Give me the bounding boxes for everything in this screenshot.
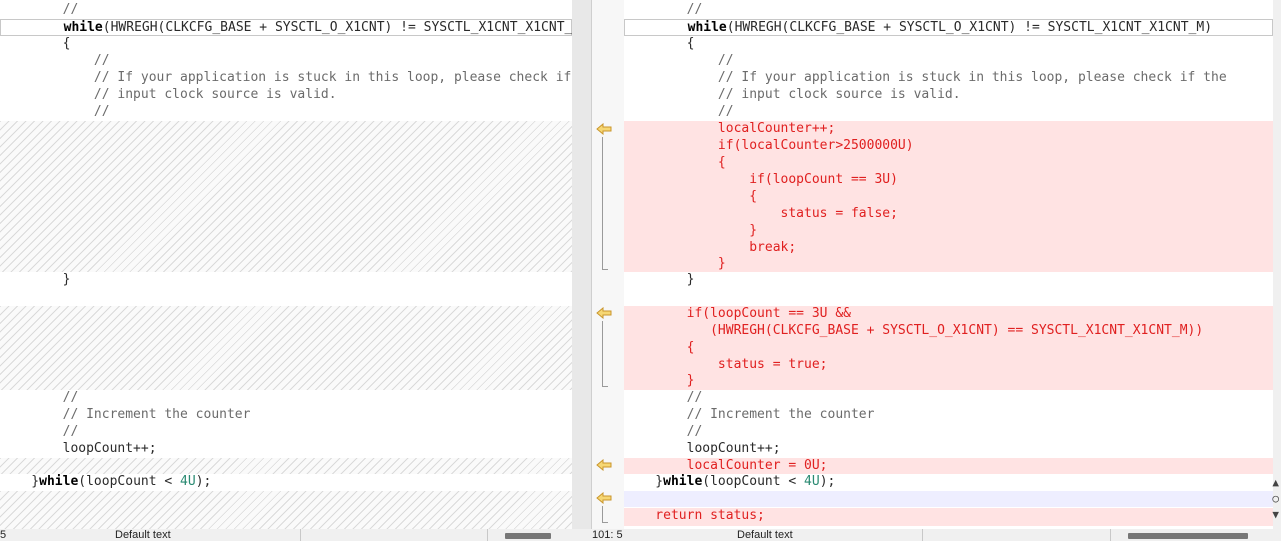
right-edge-strip: ▲ ○ ▼ <box>1272 0 1281 541</box>
code-line: // input clock source is valid. <box>624 87 961 102</box>
code-line: }while(loopCount < 4U); <box>624 474 836 489</box>
cursor-position: 5 <box>0 529 7 541</box>
diff-bracket <box>602 137 608 270</box>
code-line: loopCount++; <box>624 441 781 456</box>
code-line-added: localCounter++; <box>624 121 836 136</box>
code-line: // <box>0 104 110 119</box>
missing-lines-hatch <box>0 458 572 474</box>
code-line: // <box>0 53 110 68</box>
cursor-position: 101: 5 <box>592 529 623 541</box>
code-line-current[interactable]: while(HWREGH(CLKCFG_BASE + SYSCTL_O_X1CN… <box>624 19 1273 36</box>
nav-down-icon[interactable]: ▼ <box>1272 508 1279 521</box>
code-line-added: } <box>624 223 758 238</box>
horizontal-scrollbar-thumb[interactable] <box>1128 533 1248 539</box>
code-line-added: { <box>624 189 758 204</box>
code-line-current[interactable]: while(HWREGH(CLKCFG_BASE + SYSCTL_O_X1CN… <box>0 19 572 36</box>
code-line-added: if(loopCount == 3U) <box>624 172 898 187</box>
code-line: // <box>624 424 703 439</box>
text-mode-label: Default text <box>115 529 171 541</box>
right-compare-pane[interactable]: // while(HWREGH(CLKCFG_BASE + SYSCTL_O_X… <box>624 0 1273 529</box>
code-line: // If your application is stuck in this … <box>624 70 1227 85</box>
right-status-bar: 101: 5 Default text <box>592 529 1273 541</box>
code-line-added: status = false; <box>624 206 898 221</box>
code-line: // <box>624 53 734 68</box>
code-line: // Increment the counter <box>624 407 875 422</box>
copy-left-arrow-icon[interactable] <box>596 123 612 135</box>
code-line: // input clock source is valid. <box>0 87 337 102</box>
copy-left-arrow-icon[interactable] <box>596 307 612 319</box>
code-line: }while(loopCount < 4U); <box>0 474 212 489</box>
code-line: // <box>624 104 734 119</box>
code-line: // If your application is stuck in this … <box>0 70 572 85</box>
code-line: // <box>624 390 703 405</box>
nav-dot-icon: ○ <box>1272 492 1279 505</box>
left-compare-pane[interactable]: // while(HWREGH(CLKCFG_BASE + SYSCTL_O_X… <box>0 0 572 529</box>
status-separator <box>1110 529 1111 541</box>
code-line: } <box>0 272 71 287</box>
missing-lines-hatch <box>0 306 572 390</box>
code-line: // <box>624 2 703 17</box>
missing-lines-hatch <box>0 491 572 529</box>
code-line-added: } <box>624 256 726 271</box>
code-line-added: (HWREGH(CLKCFG_BASE + SYSCTL_O_X1CNT) ==… <box>624 323 1204 338</box>
copy-left-arrow-icon[interactable] <box>596 492 612 504</box>
code-line-added: } <box>624 373 695 388</box>
code-line-added: { <box>624 155 726 170</box>
merge-gutter <box>592 0 624 529</box>
missing-lines-hatch <box>0 121 572 272</box>
horizontal-scrollbar-thumb[interactable] <box>505 533 551 539</box>
code-line: // Increment the counter <box>0 407 251 422</box>
left-status-bar: 5 Default text <box>0 529 592 541</box>
code-line-added: if(loopCount == 3U && <box>624 306 851 321</box>
status-separator <box>487 529 488 541</box>
blank-line-highlight <box>624 491 1273 507</box>
code-line: { <box>0 36 71 51</box>
code-line: loopCount++; <box>0 441 157 456</box>
text-mode-label: Default text <box>737 529 793 541</box>
pane-splitter[interactable] <box>572 0 592 529</box>
code-line: // <box>0 2 79 17</box>
code-line-added: if(localCounter>2500000U) <box>624 138 914 153</box>
code-line-added: return status; <box>624 508 765 523</box>
nav-up-icon[interactable]: ▲ <box>1272 476 1279 489</box>
status-separator <box>922 529 923 541</box>
code-line-added: break; <box>624 240 797 255</box>
diff-bracket <box>602 506 608 523</box>
code-line: { <box>624 36 695 51</box>
code-line: // <box>0 390 79 405</box>
code-line-added: { <box>624 340 695 355</box>
code-line: } <box>624 272 695 287</box>
status-separator <box>300 529 301 541</box>
code-line: // <box>0 424 79 439</box>
diff-bracket <box>602 321 608 387</box>
copy-left-arrow-icon[interactable] <box>596 459 612 471</box>
code-line-added: localCounter = 0U; <box>624 458 828 473</box>
code-line-added: status = true; <box>624 357 828 372</box>
